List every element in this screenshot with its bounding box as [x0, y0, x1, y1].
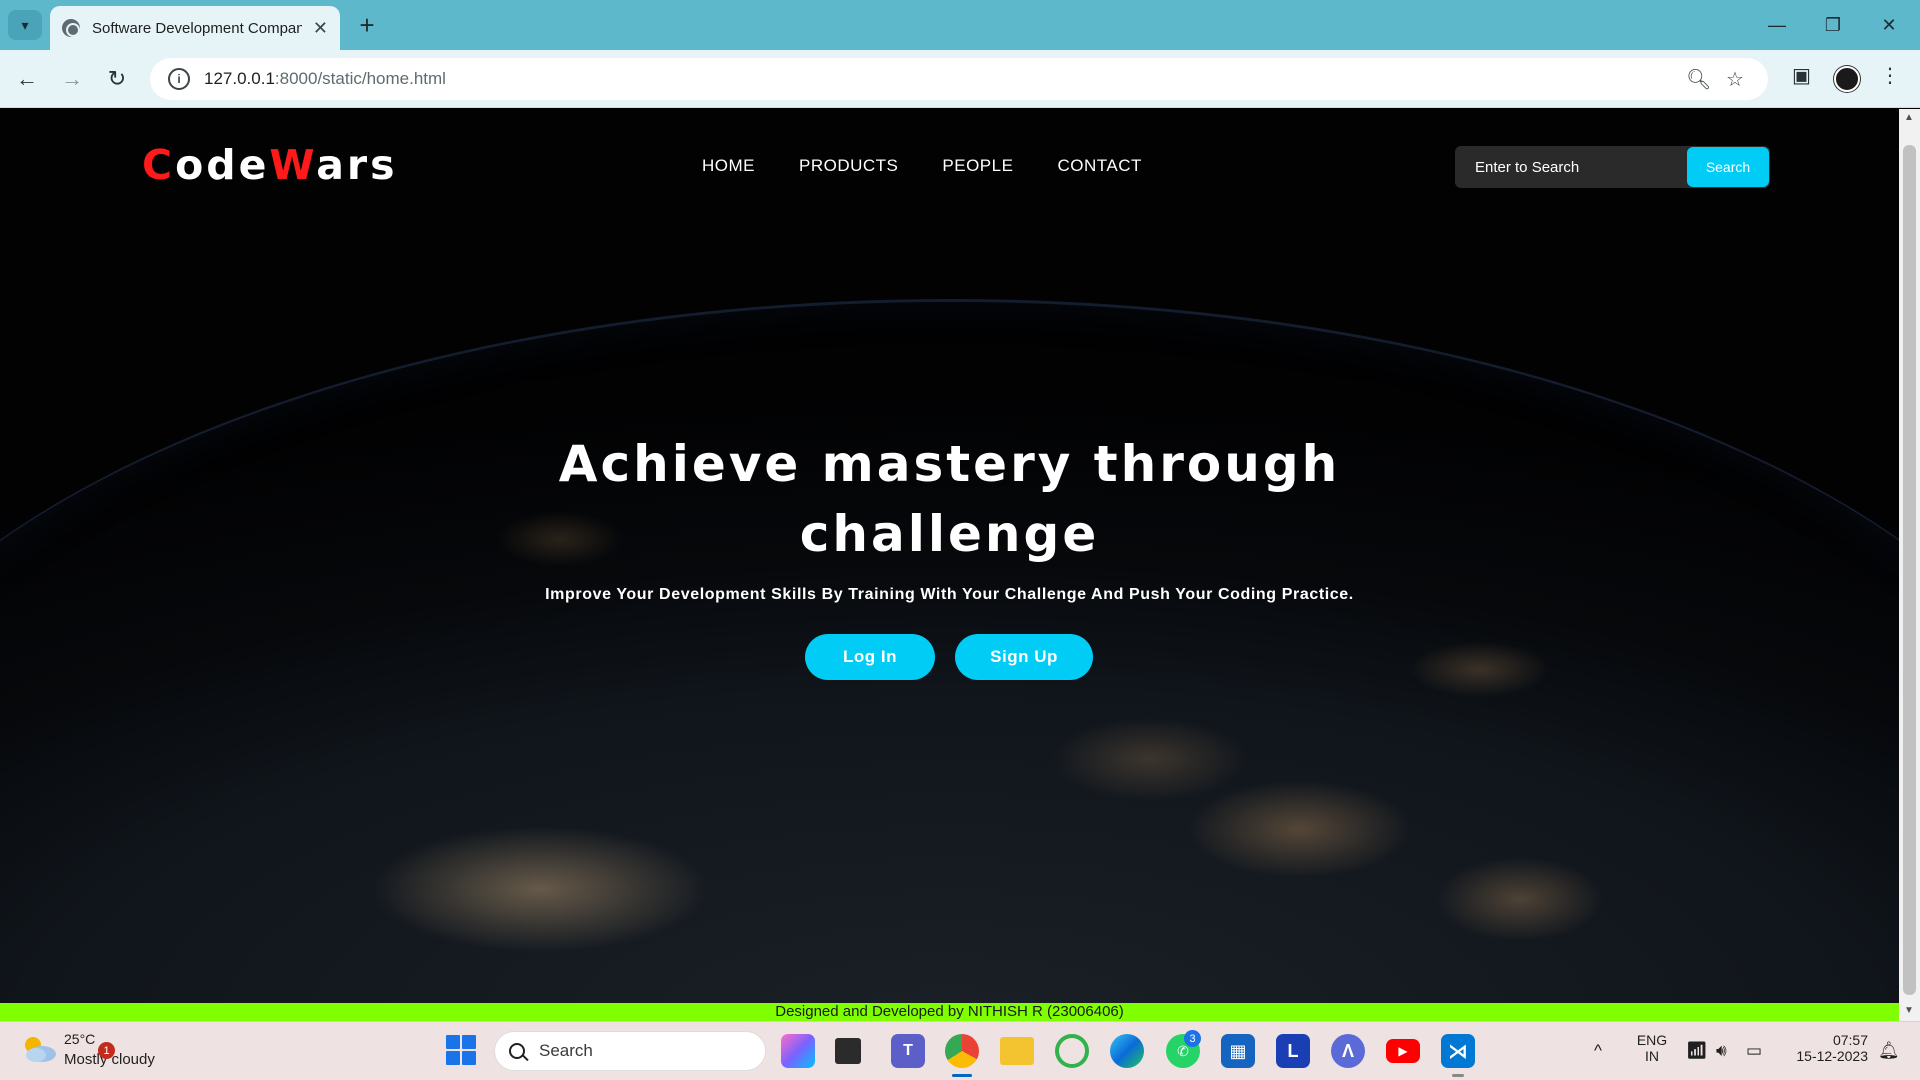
- logo-letter-w: W: [269, 141, 317, 189]
- address-bar[interactable]: i 127.0.0.1:8000/static/home.html 🔍︎ ☆: [150, 58, 1768, 100]
- plus-icon: +: [359, 9, 375, 40]
- url-text: 127.0.0.1:8000/static/home.html: [204, 69, 446, 89]
- reload-button[interactable]: ↻: [100, 62, 134, 96]
- volume-icon[interactable]: 🔊︎: [1716, 1041, 1727, 1061]
- edge-icon[interactable]: [1110, 1034, 1144, 1068]
- back-button[interactable]: ←: [10, 62, 44, 96]
- vscode-icon[interactable]: ⋊: [1441, 1034, 1475, 1068]
- site-footer: Designed and Developed by NITHISH R (230…: [0, 1003, 1899, 1021]
- hero-title-line2: challenge: [799, 505, 1100, 563]
- language-code: ENG: [1636, 1032, 1668, 1048]
- nav-contact[interactable]: CONTACT: [1057, 156, 1141, 176]
- new-tab-button[interactable]: +: [352, 10, 382, 40]
- nav-people[interactable]: PEOPLE: [942, 156, 1013, 176]
- reload-icon: ↻: [107, 66, 127, 91]
- close-icon[interactable]: ✕: [313, 18, 328, 39]
- window-close-button[interactable]: ✕: [1862, 8, 1916, 42]
- forward-button[interactable]: →: [55, 62, 89, 96]
- main-nav: HOME PRODUCTS PEOPLE CONTACT: [702, 156, 1142, 176]
- youtube-icon[interactable]: ▶: [1386, 1039, 1420, 1063]
- clock[interactable]: 07:57 15-12-2023: [1778, 1032, 1868, 1064]
- login-button[interactable]: Log In: [805, 634, 935, 680]
- restore-button[interactable]: ❐: [1806, 8, 1860, 42]
- logo-text-ode: ode: [175, 141, 270, 189]
- zoom-icon[interactable]: 🔍︎: [1686, 67, 1711, 92]
- scroll-down-icon[interactable]: ▼: [1904, 1005, 1914, 1016]
- globe-icon: [62, 19, 80, 37]
- signup-button[interactable]: Sign Up: [955, 634, 1093, 680]
- minimize-button[interactable]: —: [1750, 8, 1804, 42]
- chrome-icon[interactable]: [945, 1034, 979, 1068]
- weather-temperature: 25°C: [64, 1031, 96, 1047]
- close-icon: ✕: [1881, 14, 1897, 35]
- clock-date: 15-12-2023: [1796, 1048, 1868, 1064]
- teams-icon[interactable]: T: [891, 1034, 925, 1068]
- logo-letter-c: C: [142, 141, 176, 189]
- clock-time: 07:57: [1832, 1032, 1868, 1048]
- scroll-up-icon[interactable]: ▲: [1904, 112, 1914, 123]
- weather-badge: 1: [98, 1042, 115, 1059]
- file-explorer-icon[interactable]: [1000, 1037, 1034, 1065]
- arc-app-icon[interactable]: Λ: [1331, 1034, 1365, 1068]
- copilot-icon[interactable]: [781, 1034, 815, 1068]
- logo-text-ars: ars: [316, 141, 398, 189]
- minimize-icon: —: [1768, 14, 1786, 35]
- search-input[interactable]: [1455, 146, 1687, 188]
- taskbar-search-label: Search: [539, 1041, 593, 1060]
- tab-search-button[interactable]: ▾: [8, 10, 42, 40]
- chevron-up-icon[interactable]: ^: [1594, 1041, 1602, 1061]
- taskbar-search[interactable]: Search: [494, 1031, 766, 1071]
- start-button[interactable]: [446, 1035, 476, 1065]
- site-search: Search: [1455, 146, 1770, 188]
- loader-app-icon[interactable]: [1055, 1034, 1089, 1068]
- arrow-right-icon: →: [61, 66, 83, 91]
- site-logo[interactable]: CodeWars: [142, 141, 397, 189]
- chevron-down-icon: ▾: [21, 16, 29, 33]
- arrow-left-icon: ←: [16, 66, 38, 91]
- star-icon[interactable]: ☆: [1726, 67, 1744, 92]
- side-panel-icon[interactable]: ▣: [1792, 63, 1811, 88]
- browser-toolbar: ← → ↻ i 127.0.0.1:8000/static/home.html …: [0, 50, 1920, 108]
- info-icon[interactable]: i: [168, 68, 190, 90]
- search-button[interactable]: Search: [1687, 147, 1769, 187]
- browser-tab-bar: ▾ Software Development Compan ✕ + — ❐ ✕: [0, 0, 1920, 50]
- page-scrollbar[interactable]: ▲ ▼: [1899, 109, 1920, 1021]
- task-view-icon[interactable]: [835, 1038, 861, 1064]
- notification-bell-icon[interactable]: 🔔︎: [1878, 1041, 1900, 1061]
- store-icon[interactable]: ▦: [1221, 1034, 1255, 1068]
- region-code: IN: [1645, 1048, 1659, 1064]
- cloud-sun-icon[interactable]: [20, 1034, 58, 1064]
- language-indicator[interactable]: ENG IN: [1632, 1032, 1672, 1064]
- hero-title-line1: Achieve mastery through: [558, 435, 1341, 493]
- scrollbar-thumb[interactable]: [1903, 145, 1916, 995]
- url-path: :8000/static/home.html: [274, 69, 446, 88]
- nav-products[interactable]: PRODUCTS: [799, 156, 898, 176]
- search-icon: [509, 1043, 525, 1059]
- page-viewport: CodeWars HOME PRODUCTS PEOPLE CONTACT Se…: [0, 109, 1899, 1003]
- tab-title: Software Development Compan: [92, 19, 302, 37]
- chrome-active-indicator: [952, 1074, 972, 1077]
- nav-home[interactable]: HOME: [702, 156, 755, 176]
- battery-icon[interactable]: ▭: [1746, 1041, 1762, 1061]
- profile-avatar[interactable]: [1834, 66, 1860, 92]
- vscode-running-indicator: [1452, 1074, 1464, 1077]
- wifi-icon[interactable]: 📶︎: [1686, 1041, 1708, 1061]
- restore-icon: ❐: [1824, 14, 1842, 35]
- hero-subtitle: Improve Your Development Skills By Train…: [545, 586, 1354, 603]
- menu-icon[interactable]: ⋮: [1880, 63, 1900, 88]
- hero-title: Achieve mastery through challenge: [0, 429, 1899, 569]
- url-host: 127.0.0.1: [204, 69, 275, 88]
- l-app-icon[interactable]: L: [1276, 1034, 1310, 1068]
- browser-tab[interactable]: Software Development Compan ✕: [50, 6, 340, 50]
- windows-taskbar: 25°C Mostly cloudy 1 Search T ✆ 3 ▦ L Λ …: [0, 1021, 1920, 1080]
- whatsapp-badge: 3: [1184, 1030, 1201, 1047]
